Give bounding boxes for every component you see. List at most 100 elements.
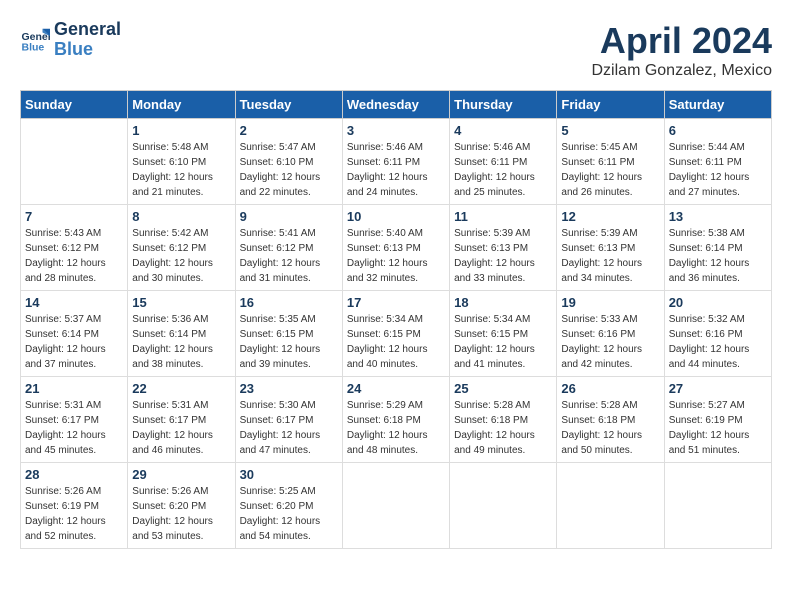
day-info: Sunrise: 5:29 AMSunset: 6:18 PMDaylight:… xyxy=(347,398,445,458)
calendar-cell: 28 Sunrise: 5:26 AMSunset: 6:19 PMDayligh… xyxy=(21,463,128,549)
calendar-cell xyxy=(21,119,128,205)
calendar-cell: 5 Sunrise: 5:45 AMSunset: 6:11 PMDaylight… xyxy=(557,119,664,205)
day-number: 5 xyxy=(561,123,659,138)
day-number: 27 xyxy=(669,381,767,396)
day-info: Sunrise: 5:47 AMSunset: 6:10 PMDaylight:… xyxy=(240,140,338,200)
calendar-cell: 6Sunrise: 5:44 AMSunset: 6:11 PMDaylight… xyxy=(664,119,771,205)
day-info: Sunrise: 5:37 AMSunset: 6:14 PMDaylight:… xyxy=(25,312,123,372)
calendar-cell: 25 Sunrise: 5:28 AMSunset: 6:18 PMDayligh… xyxy=(450,377,557,463)
calendar-cell: 29 Sunrise: 5:26 AMSunset: 6:20 PMDayligh… xyxy=(128,463,235,549)
day-info: Sunrise: 5:36 AMSunset: 6:14 PMDaylight:… xyxy=(132,312,230,372)
day-info: Sunrise: 5:41 AMSunset: 6:12 PMDaylight:… xyxy=(240,226,338,286)
calendar-cell xyxy=(450,463,557,549)
day-number: 23 xyxy=(240,381,338,396)
day-info: Sunrise: 5:28 AMSunset: 6:18 PMDaylight:… xyxy=(454,398,552,458)
day-number: 20 xyxy=(669,295,767,310)
calendar-cell: 7 Sunrise: 5:43 AMSunset: 6:12 PMDaylight… xyxy=(21,205,128,291)
header-saturday: Saturday xyxy=(664,91,771,119)
calendar-cell: 8 Sunrise: 5:42 AMSunset: 6:12 PMDaylight… xyxy=(128,205,235,291)
calendar-cell: 23 Sunrise: 5:30 AMSunset: 6:17 PMDayligh… xyxy=(235,377,342,463)
day-number: 7 xyxy=(25,209,123,224)
day-number: 10 xyxy=(347,209,445,224)
day-number: 24 xyxy=(347,381,445,396)
day-number: 8 xyxy=(132,209,230,224)
day-number: 3 xyxy=(347,123,445,138)
calendar-cell: 9Sunrise: 5:41 AMSunset: 6:12 PMDaylight… xyxy=(235,205,342,291)
day-number: 29 xyxy=(132,467,230,482)
day-info: Sunrise: 5:31 AMSunset: 6:17 PMDaylight:… xyxy=(132,398,230,458)
calendar-cell: 17Sunrise: 5:34 AMSunset: 6:15 PMDayligh… xyxy=(342,291,449,377)
day-number: 12 xyxy=(561,209,659,224)
day-info: Sunrise: 5:38 AMSunset: 6:14 PMDaylight:… xyxy=(669,226,767,286)
week-row-2: 7 Sunrise: 5:43 AMSunset: 6:12 PMDaylight… xyxy=(21,205,772,291)
day-info: Sunrise: 5:26 AMSunset: 6:19 PMDaylight:… xyxy=(25,484,123,544)
day-number: 13 xyxy=(669,209,767,224)
day-info: Sunrise: 5:27 AMSunset: 6:19 PMDaylight:… xyxy=(669,398,767,458)
day-info: Sunrise: 5:42 AMSunset: 6:12 PMDaylight:… xyxy=(132,226,230,286)
calendar-cell: 27 Sunrise: 5:27 AMSunset: 6:19 PMDayligh… xyxy=(664,377,771,463)
week-row-1: 1 Sunrise: 5:48 AMSunset: 6:10 PMDaylight… xyxy=(21,119,772,205)
calendar-cell: 22 Sunrise: 5:31 AMSunset: 6:17 PMDayligh… xyxy=(128,377,235,463)
day-number: 22 xyxy=(132,381,230,396)
day-info: Sunrise: 5:45 AMSunset: 6:11 PMDaylight:… xyxy=(561,140,659,200)
day-info: Sunrise: 5:31 AMSunset: 6:17 PMDaylight:… xyxy=(25,398,123,458)
title-block: April 2024 Dzilam Gonzalez, Mexico xyxy=(592,20,773,80)
day-number: 19 xyxy=(561,295,659,310)
calendar-cell: 1 Sunrise: 5:48 AMSunset: 6:10 PMDaylight… xyxy=(128,119,235,205)
day-info: Sunrise: 5:32 AMSunset: 6:16 PMDaylight:… xyxy=(669,312,767,372)
calendar-cell: 16 Sunrise: 5:35 AMSunset: 6:15 PMDayligh… xyxy=(235,291,342,377)
day-number: 30 xyxy=(240,467,338,482)
day-info: Sunrise: 5:25 AMSunset: 6:20 PMDaylight:… xyxy=(240,484,338,544)
day-number: 14 xyxy=(25,295,123,310)
calendar-table: SundayMondayTuesdayWednesdayThursdayFrid… xyxy=(20,90,772,549)
svg-text:Blue: Blue xyxy=(22,41,45,53)
day-number: 15 xyxy=(132,295,230,310)
month-title: April 2024 xyxy=(592,20,773,62)
day-info: Sunrise: 5:30 AMSunset: 6:17 PMDaylight:… xyxy=(240,398,338,458)
calendar-cell: 14 Sunrise: 5:37 AMSunset: 6:14 PMDayligh… xyxy=(21,291,128,377)
calendar-cell: 13 Sunrise: 5:38 AMSunset: 6:14 PMDayligh… xyxy=(664,205,771,291)
day-info: Sunrise: 5:26 AMSunset: 6:20 PMDaylight:… xyxy=(132,484,230,544)
header-tuesday: Tuesday xyxy=(235,91,342,119)
calendar-cell: 30 Sunrise: 5:25 AMSunset: 6:20 PMDayligh… xyxy=(235,463,342,549)
header-friday: Friday xyxy=(557,91,664,119)
day-info: Sunrise: 5:48 AMSunset: 6:10 PMDaylight:… xyxy=(132,140,230,200)
day-number: 26 xyxy=(561,381,659,396)
logo-icon: General Blue xyxy=(20,25,50,55)
calendar-cell: 11 Sunrise: 5:39 AMSunset: 6:13 PMDayligh… xyxy=(450,205,557,291)
calendar-cell: 2 Sunrise: 5:47 AMSunset: 6:10 PMDaylight… xyxy=(235,119,342,205)
day-number: 18 xyxy=(454,295,552,310)
day-info: Sunrise: 5:39 AMSunset: 6:13 PMDaylight:… xyxy=(454,226,552,286)
day-number: 28 xyxy=(25,467,123,482)
calendar-cell: 18Sunrise: 5:34 AMSunset: 6:15 PMDayligh… xyxy=(450,291,557,377)
location: Dzilam Gonzalez, Mexico xyxy=(592,62,773,80)
day-info: Sunrise: 5:35 AMSunset: 6:15 PMDaylight:… xyxy=(240,312,338,372)
day-number: 25 xyxy=(454,381,552,396)
week-row-5: 28 Sunrise: 5:26 AMSunset: 6:19 PMDayligh… xyxy=(21,463,772,549)
day-info: Sunrise: 5:39 AMSunset: 6:13 PMDaylight:… xyxy=(561,226,659,286)
day-number: 16 xyxy=(240,295,338,310)
day-info: Sunrise: 5:43 AMSunset: 6:12 PMDaylight:… xyxy=(25,226,123,286)
calendar-cell: 19 Sunrise: 5:33 AMSunset: 6:16 PMDayligh… xyxy=(557,291,664,377)
calendar-cell: 12 Sunrise: 5:39 AMSunset: 6:13 PMDayligh… xyxy=(557,205,664,291)
day-number: 2 xyxy=(240,123,338,138)
day-number: 17 xyxy=(347,295,445,310)
day-info: Sunrise: 5:44 AMSunset: 6:11 PMDaylight:… xyxy=(669,140,767,200)
day-info: Sunrise: 5:46 AMSunset: 6:11 PMDaylight:… xyxy=(347,140,445,200)
logo-text: General Blue xyxy=(54,20,121,60)
logo: General Blue General Blue xyxy=(20,20,121,60)
day-info: Sunrise: 5:40 AMSunset: 6:13 PMDaylight:… xyxy=(347,226,445,286)
week-row-4: 21 Sunrise: 5:31 AMSunset: 6:17 PMDayligh… xyxy=(21,377,772,463)
day-number: 1 xyxy=(132,123,230,138)
calendar-cell xyxy=(342,463,449,549)
page-header: General Blue General Blue April 2024 Dzi… xyxy=(20,20,772,80)
calendar-cell: 3 Sunrise: 5:46 AMSunset: 6:11 PMDaylight… xyxy=(342,119,449,205)
header-wednesday: Wednesday xyxy=(342,91,449,119)
day-number: 21 xyxy=(25,381,123,396)
calendar-cell xyxy=(557,463,664,549)
week-row-3: 14 Sunrise: 5:37 AMSunset: 6:14 PMDayligh… xyxy=(21,291,772,377)
calendar-cell: 24 Sunrise: 5:29 AMSunset: 6:18 PMDayligh… xyxy=(342,377,449,463)
header-sunday: Sunday xyxy=(21,91,128,119)
day-number: 11 xyxy=(454,209,552,224)
day-info: Sunrise: 5:33 AMSunset: 6:16 PMDaylight:… xyxy=(561,312,659,372)
